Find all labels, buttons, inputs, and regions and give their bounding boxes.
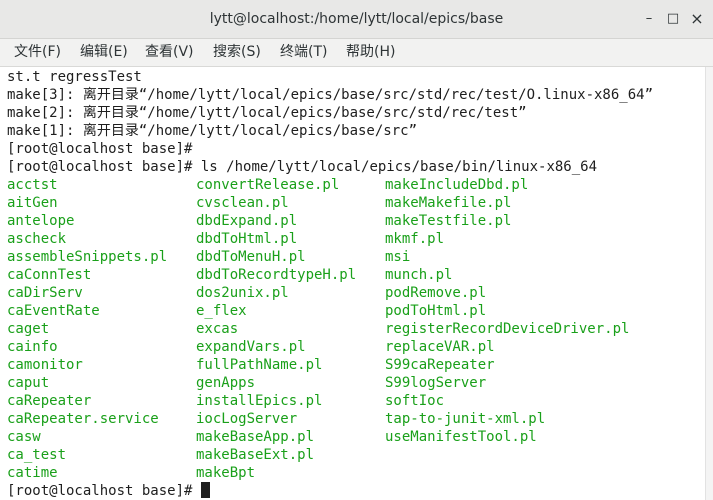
- file-entry: makeBaseApp.pl: [196, 429, 315, 445]
- file-entry: caDirServ: [7, 285, 83, 301]
- file-entry: casw: [7, 429, 41, 445]
- file-entry: replaceVAR.pl: [385, 339, 495, 355]
- file-entry: cainfo: [7, 339, 58, 355]
- file-entry: ca_test: [7, 447, 67, 463]
- file-entry: caConnTest: [7, 267, 92, 283]
- file-entry: caRepeater: [7, 393, 92, 409]
- file-entry: cvsclean.pl: [196, 195, 289, 211]
- title-bar: lytt@localhost:/home/lytt/local/epics/ba…: [0, 0, 713, 39]
- file-entry: dbdExpand.pl: [196, 213, 298, 229]
- file-entry: catime: [7, 465, 58, 481]
- file-entry: podRemove.pl: [385, 285, 487, 301]
- command-line: [root@localhost base]# ls /home/lytt/loc…: [7, 158, 597, 176]
- window-title: lytt@localhost:/home/lytt/local/epics/ba…: [209, 11, 504, 27]
- file-entry: convertRelease.pl: [196, 177, 340, 193]
- file-entry: assembleSnippets.pl: [7, 249, 168, 265]
- file-entry: makeBpt: [196, 465, 256, 481]
- file-entry: caEventRate: [7, 303, 100, 319]
- file-entry: aitGen: [7, 195, 58, 211]
- terminal-line: make[2]: 离开目录“/home/lytt/local/epics/bas…: [7, 105, 527, 121]
- close-icon[interactable]: ×: [687, 9, 707, 29]
- file-entry: podToHtml.pl: [385, 303, 487, 319]
- scrollbar[interactable]: [705, 67, 713, 500]
- file-entry: fullPathName.pl: [196, 357, 323, 373]
- terminal-line: make[1]: 离开目录“/home/lytt/local/epics/bas…: [7, 123, 418, 139]
- file-entry: installEpics.pl: [196, 393, 323, 409]
- minimize-icon[interactable]: –: [639, 9, 659, 29]
- file-entry: camonitor: [7, 357, 83, 373]
- terminal-line: make[3]: 离开目录“/home/lytt/local/epics/bas…: [7, 87, 654, 103]
- terminal-line: st.t regressTest: [7, 69, 142, 85]
- file-entry: dos2unix.pl: [196, 285, 289, 301]
- menu-file[interactable]: 文件(F): [14, 39, 61, 66]
- maximize-icon[interactable]: □: [663, 9, 683, 29]
- file-entry: caput: [7, 375, 50, 391]
- shell-prompt: [root@localhost base]#: [7, 483, 201, 499]
- menu-edit[interactable]: 编辑(E): [80, 39, 128, 66]
- file-entry: S99logServer: [385, 375, 487, 391]
- file-entry: makeIncludeDbd.pl: [385, 177, 529, 193]
- file-entry: dbdToRecordtypeH.pl: [196, 267, 357, 283]
- file-entry: genApps: [196, 375, 256, 391]
- file-entry: ascheck: [7, 231, 67, 247]
- terminal-line: [root@localhost base]#: [7, 141, 193, 157]
- cursor: [200, 482, 210, 498]
- menu-help[interactable]: 帮助(H): [346, 39, 395, 66]
- file-entry: caget: [7, 321, 50, 337]
- file-entry: e_flex: [196, 303, 247, 319]
- command-text: ls /home/lytt/local/epics/base/bin/linux…: [200, 159, 598, 175]
- file-entry: softIoc: [385, 393, 445, 409]
- file-entry: acctst: [7, 177, 58, 193]
- menu-search[interactable]: 搜索(S): [213, 39, 261, 66]
- file-entry: excas: [196, 321, 239, 337]
- file-entry: dbdToHtml.pl: [196, 231, 298, 247]
- file-entry: caRepeater.service: [7, 411, 159, 427]
- final-prompt-line: [root@localhost base]#: [7, 482, 210, 500]
- file-entry: expandVars.pl: [196, 339, 306, 355]
- menu-view[interactable]: 查看(V): [145, 39, 194, 66]
- file-entry: makeBaseExt.pl: [196, 447, 315, 463]
- file-entry: tap-to-junit-xml.pl: [385, 411, 546, 427]
- file-entry: antelope: [7, 213, 75, 229]
- file-entry: registerRecordDeviceDriver.pl: [385, 321, 630, 337]
- file-entry: dbdToMenuH.pl: [196, 249, 306, 265]
- file-entry: iocLogServer: [196, 411, 298, 427]
- menu-terminal[interactable]: 终端(T): [280, 39, 327, 66]
- file-entry: mkmf.pl: [385, 231, 445, 247]
- shell-prompt: [root@localhost base]#: [7, 159, 201, 175]
- file-entry: useManifestTool.pl: [385, 429, 537, 445]
- file-entry: msi: [385, 249, 411, 265]
- file-entry: makeMakefile.pl: [385, 195, 512, 211]
- file-entry: makeTestfile.pl: [385, 213, 512, 229]
- file-entry: munch.pl: [385, 267, 453, 283]
- terminal-area[interactable]: st.t regressTest make[3]: 离开目录“/home/lyt…: [0, 67, 705, 500]
- menu-bar: 文件(F) 编辑(E) 查看(V) 搜索(S) 终端(T) 帮助(H): [0, 39, 713, 67]
- file-entry: S99caRepeater: [385, 357, 495, 373]
